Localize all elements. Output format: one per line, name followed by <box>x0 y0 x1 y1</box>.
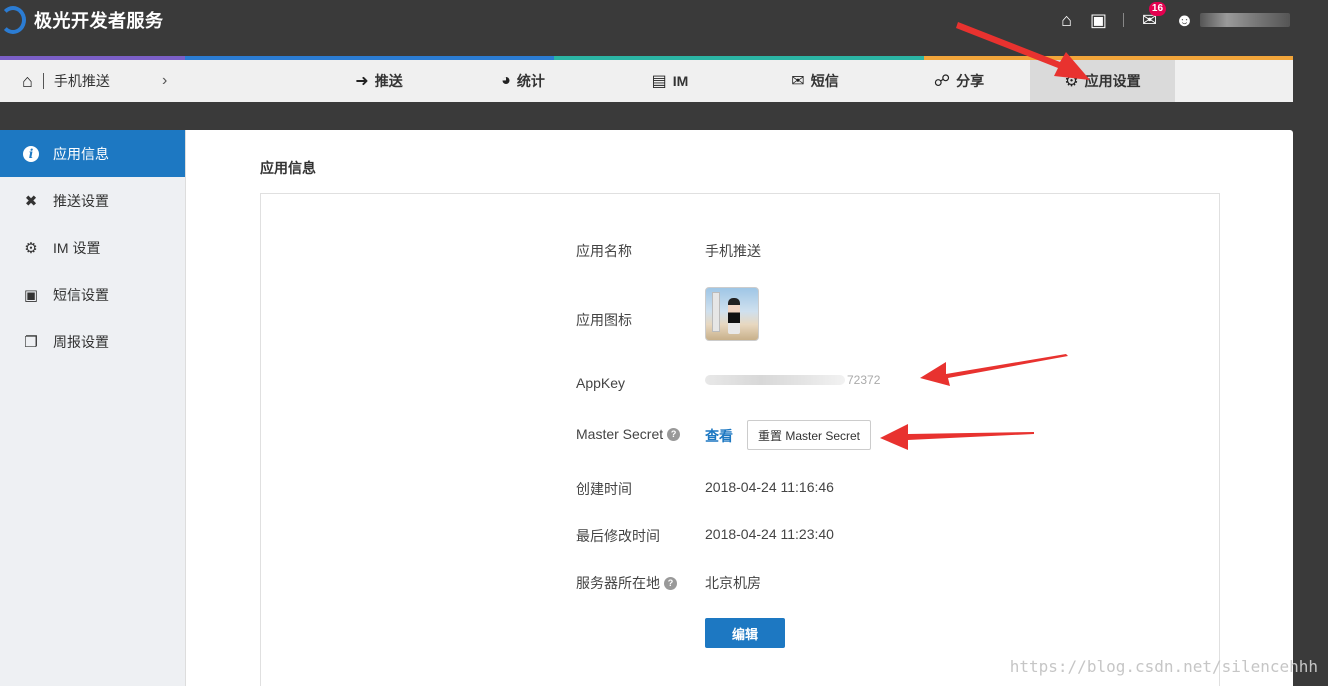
label-master-secret-text: Master Secret <box>576 426 664 442</box>
label-master-secret: Master Secret ? <box>576 426 681 442</box>
tab-label: IM <box>672 73 689 89</box>
top-bar: 极光开发者服务 ⌂ ▣ ✉ 16 ☻ <box>0 0 1328 56</box>
brand-name: 极光开发者服务 <box>34 11 164 31</box>
main-panel: i 应用信息 ✖ 推送设置 ⚙ IM 设置 ▣ 短信设置 ❐ 周报设置 应用信息… <box>0 130 1293 686</box>
sidebar-item-label: 短信设置 <box>53 286 109 303</box>
watermark: https://blog.csdn.net/silencehhh <box>1009 657 1318 676</box>
user-name-redacted <box>1200 13 1290 27</box>
user-menu[interactable]: ☻ <box>1175 8 1290 32</box>
top-icons: ⌂ ▣ ✉ 16 ☻ <box>1043 2 1290 32</box>
redaction-blur <box>705 375 845 385</box>
message-count-badge: 16 <box>1148 2 1167 16</box>
divider <box>42 73 44 89</box>
sidebar: i 应用信息 ✖ 推送设置 ⚙ IM 设置 ▣ 短信设置 ❐ 周报设置 <box>0 130 186 686</box>
tab-sms[interactable]: ✉ 短信 <box>772 60 858 102</box>
cube-icon[interactable]: ▣ <box>1090 8 1107 32</box>
sidebar-item-app-info[interactable]: i 应用信息 <box>0 130 185 177</box>
tab-im[interactable]: ▤ IM <box>630 60 710 102</box>
tools-icon: ✖ <box>24 192 38 210</box>
appkey-visible-tail: 72372 <box>847 373 881 387</box>
sidebar-item-im-settings[interactable]: ⚙ IM 设置 <box>0 224 185 271</box>
tab-label: 短信 <box>810 73 839 89</box>
brand-logo-icon <box>0 6 26 34</box>
divider <box>1122 13 1124 27</box>
copy-icon: ❐ <box>24 333 38 351</box>
appkey-value-redacted: 72372 <box>705 373 905 389</box>
tab-stats[interactable]: ◕ 统计 <box>480 60 566 102</box>
app-icon-figure <box>728 298 740 334</box>
label-modified: 最后修改时间 <box>576 528 660 544</box>
sidebar-item-sms-settings[interactable]: ▣ 短信设置 <box>0 271 185 318</box>
value-server-location: 北京机房 <box>705 575 761 591</box>
reset-master-secret-button[interactable]: 重置 Master Secret <box>747 420 871 450</box>
app-info-box <box>260 193 1220 686</box>
tab-label: 应用设置 <box>1084 73 1141 89</box>
breadcrumb: ⌂ 手机推送 › <box>0 60 167 102</box>
sms-settings-icon: ▣ <box>23 286 39 304</box>
mail-icon[interactable]: ✉ 16 <box>1142 2 1167 32</box>
breadcrumb-app-name[interactable]: 手机推送 <box>54 71 110 91</box>
app-icon-image <box>705 287 759 341</box>
app-icon-building <box>712 292 720 332</box>
sign-in-icon: ➜ <box>355 73 369 90</box>
tab-share[interactable]: ☍ 分享 <box>916 60 1002 102</box>
sidebar-item-label: IM 设置 <box>53 239 101 256</box>
value-created: 2018-04-24 11:16:46 <box>705 479 834 495</box>
gear-icon: ⚙ <box>24 239 38 257</box>
home-icon[interactable]: ⌂ <box>22 71 33 92</box>
section-title: 应用信息 <box>260 160 316 176</box>
view-secret-link[interactable]: 查看 <box>705 426 733 446</box>
sidebar-item-label: 应用信息 <box>53 145 109 162</box>
help-icon[interactable]: ? <box>667 427 681 441</box>
tab-app-settings[interactable]: ⚙ 应用设置 <box>1030 60 1175 102</box>
info-icon: i <box>22 145 40 162</box>
sms-icon: ✉ <box>791 73 805 90</box>
sidebar-item-label: 周报设置 <box>53 333 109 350</box>
module-nav: ⌂ 手机推送 › ➜ 推送 ◕ 统计 ▤ IM ✉ 短信 ☍ 分享 ⚙ 应用设置 <box>0 56 1294 102</box>
share-icon: ☍ <box>933 73 951 90</box>
tab-push[interactable]: ➜ 推送 <box>336 60 422 102</box>
tab-label: 推送 <box>374 73 403 89</box>
sidebar-item-weekly-report[interactable]: ❐ 周报设置 <box>0 318 185 365</box>
label-server-location-text: 服务器所在地 <box>576 575 660 591</box>
chat-icon: ▤ <box>651 73 667 90</box>
value-app-name: 手机推送 <box>705 243 761 259</box>
label-app-name: 应用名称 <box>576 243 632 259</box>
label-app-icon: 应用图标 <box>576 312 632 328</box>
gear-icon: ⚙ <box>1064 73 1079 90</box>
label-appkey: AppKey <box>576 375 626 391</box>
chevron-right-icon[interactable]: › <box>162 72 167 90</box>
home-icon[interactable]: ⌂ <box>1061 8 1072 32</box>
chart-icon: ◕ <box>501 72 511 89</box>
user-icon: ☻ <box>1175 10 1194 30</box>
label-created: 创建时间 <box>576 481 632 497</box>
brand[interactable]: 极光开发者服务 <box>0 6 164 34</box>
value-modified: 2018-04-24 11:23:40 <box>705 526 834 542</box>
edit-button[interactable]: 编辑 <box>705 618 785 648</box>
help-icon[interactable]: ? <box>664 576 677 590</box>
tab-label: 统计 <box>516 73 545 89</box>
sidebar-item-label: 推送设置 <box>53 192 109 209</box>
sidebar-item-push-settings[interactable]: ✖ 推送设置 <box>0 177 185 224</box>
label-server-location: 服务器所在地 ? <box>576 573 677 593</box>
tab-label: 分享 <box>956 73 985 89</box>
